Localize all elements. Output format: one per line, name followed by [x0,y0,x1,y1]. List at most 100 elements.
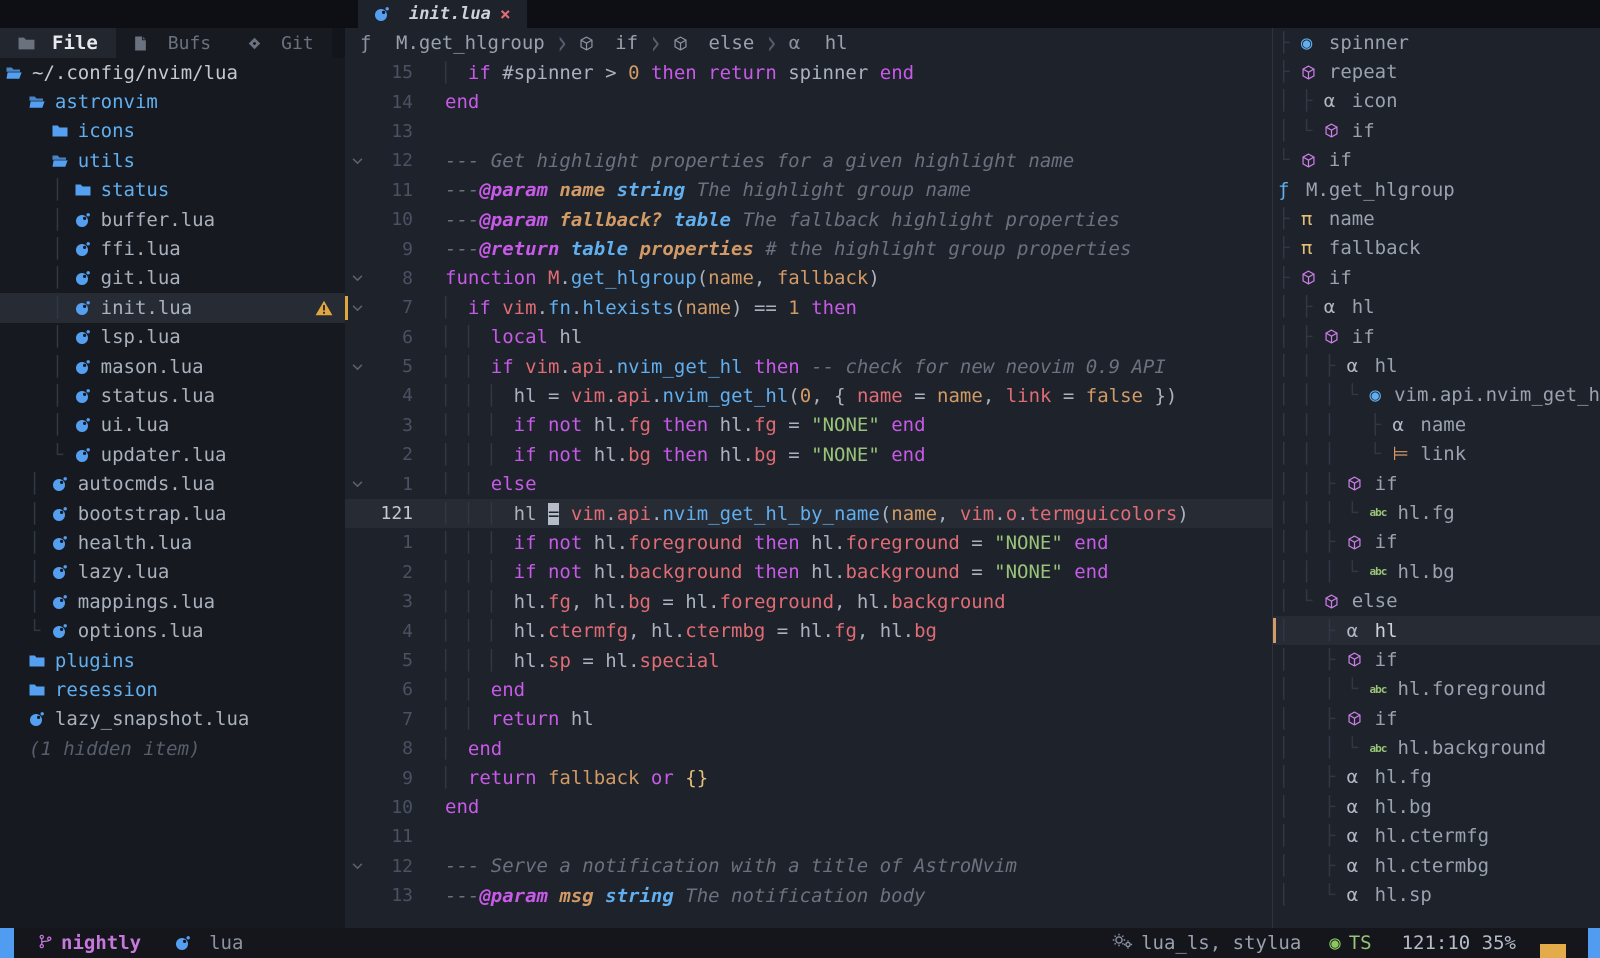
tree-item-updater-lua[interactable]: └ updater.lua [0,440,345,469]
code-line[interactable]: 121▏ ▏ ▏ hl = vim.api.nvim_get_hl_by_nam… [345,499,1272,528]
code-line[interactable]: 5▏ ▏ ▏ hl.sp = hl.special [345,646,1272,675]
tree-item-status-lua[interactable]: │ status.lua [0,381,345,410]
breadcrumb-item[interactable]: hl [825,32,848,54]
symbol-row-if[interactable]: │ ├ if [1273,645,1600,674]
source-tab-file[interactable]: File [0,28,116,58]
source-tab-git[interactable]: Git [229,28,332,58]
tree-item--config-nvim-lua[interactable]: ~/.config/nvim/lua [0,58,345,87]
code-line[interactable]: 4▏ ▏ ▏ hl = vim.api.nvim_get_hl(0, { nam… [345,381,1272,410]
fold-chevron-icon[interactable] [345,363,369,371]
symbol-row-hl-bg[interactable]: │ ├ αhl.bg [1273,792,1600,821]
tree-item-lazy-lua[interactable]: │ lazy.lua [0,558,345,587]
code-line[interactable]: 8▏ end [345,734,1272,763]
code-line[interactable]: 1▏ ▏ else [345,469,1272,498]
code-line[interactable]: 4▏ ▏ ▏ hl.ctermfg, hl.ctermbg = hl.fg, h… [345,616,1272,645]
tree-item-ui-lua[interactable]: │ ui.lua [0,411,345,440]
git-branch[interactable]: nightly [38,932,141,954]
code-line[interactable]: 11 [345,822,1272,851]
symbol-row-else[interactable]: │ └ else [1273,586,1600,615]
tree-item-status[interactable]: │ status [0,176,345,205]
code-line[interactable]: 13 [345,117,1272,146]
symbol-row-if[interactable]: │ ├ if [1273,704,1600,733]
symbol-row-M-get-hlgroup[interactable]: ƒM.get_hlgroup [1273,175,1600,204]
breadcrumb-item[interactable]: else [709,32,755,54]
tree-item-autocmds-lua[interactable]: │ autocmds.lua [0,469,345,498]
tree-item-mason-lua[interactable]: │ mason.lua [0,352,345,381]
code-line[interactable]: 7▏ if vim.fn.hlexists(name) == 1 then [345,293,1272,322]
tree-item-options-lua[interactable]: └ options.lua [0,616,345,645]
code-line[interactable]: 12--- Get highlight properties for a giv… [345,146,1272,175]
tree-item-mappings-lua[interactable]: │ mappings.lua [0,587,345,616]
tree-item-icons[interactable]: icons [0,117,345,146]
code-line[interactable]: 11---@param name string The highlight gr… [345,176,1272,205]
tab-init-lua[interactable]: init.lua × [358,0,527,28]
tree-item-ffi-lua[interactable]: │ ffi.lua [0,234,345,263]
symbol-row-link[interactable]: │ │ │ └ ⊨link [1273,439,1600,468]
fold-chevron-icon[interactable] [345,157,369,165]
code-line[interactable]: 7▏ ▏ return hl [345,705,1272,734]
code-line[interactable]: 2▏ ▏ ▏ if not hl.background then hl.back… [345,558,1272,587]
close-icon[interactable]: × [500,4,511,25]
symbol-row-hl[interactable]: │ ├ αhl [1273,616,1600,645]
tree-item-bootstrap-lua[interactable]: │ bootstrap.lua [0,499,345,528]
code-line[interactable]: 1▏ ▏ ▏ if not hl.foreground then hl.fore… [345,528,1272,557]
fold-chevron-icon[interactable] [345,274,369,282]
symbol-row-if[interactable]: │ ├ if [1273,322,1600,351]
symbol-row-spinner[interactable]: ├ ◉spinner [1273,28,1600,57]
tree-item-plugins[interactable]: plugins [0,646,345,675]
symbol-row-repeat[interactable]: ├ repeat [1273,57,1600,86]
source-tab-bufs[interactable]: Bufs [116,28,229,58]
fold-chevron-icon[interactable] [345,480,369,488]
code-line[interactable]: 10---@param fallback? table The fallback… [345,205,1272,234]
fold-chevron-icon[interactable] [345,304,369,312]
editor[interactable]: ƒM.get_hlgroup›if›else›αhl 15▏ if #spinn… [345,28,1272,928]
symbol-row-hl-ctermfg[interactable]: │ ├ αhl.ctermfg [1273,822,1600,851]
symbol-row-hl-fg[interactable]: │ ├ αhl.fg [1273,763,1600,792]
symbol-row-name[interactable]: ├ πname [1273,204,1600,233]
code-line[interactable]: 6▏ ▏ end [345,675,1272,704]
tree-item-utils[interactable]: utils [0,146,345,175]
code-line[interactable]: 12--- Serve a notification with a title … [345,852,1272,881]
tree-item-astronvim[interactable]: astronvim [0,87,345,116]
symbol-row-hl-foreground[interactable]: │ │ └ abchl.foreground [1273,675,1600,704]
tree-item-init-lua[interactable]: │ init.lua [0,293,345,322]
tree-item-lazy-snapshot-lua[interactable]: lazy_snapshot.lua [0,705,345,734]
code-line[interactable]: 5▏ ▏ if vim.api.nvim_get_hl then -- chec… [345,352,1272,381]
symbol-row-if[interactable]: ├ if [1273,263,1600,292]
symbol-row-hl-fg[interactable]: │ │ │ └ abchl.fg [1273,498,1600,527]
tree-item-lsp-lua[interactable]: │ lsp.lua [0,323,345,352]
code-area[interactable]: 15▏ if #spinner > 0 then return spinner … [345,58,1272,910]
tree-item-resession[interactable]: resession [0,675,345,704]
lsp-clients[interactable]: lua_ls, stylua [1112,932,1301,954]
symbol-row-hl-bg[interactable]: │ │ │ └ abchl.bg [1273,557,1600,586]
code-line[interactable]: 3▏ ▏ ▏ hl.fg, hl.bg = hl.foreground, hl.… [345,587,1272,616]
symbol-row-vim-api-nvim-get-h[interactable]: │ │ │ └ ◉vim.api.nvim_get_h [1273,381,1600,410]
symbol-row-hl-sp[interactable]: │ └ αhl.sp [1273,880,1600,909]
breadcrumb-item[interactable]: M.get_hlgroup [396,32,545,54]
symbol-row-if[interactable]: └ if [1273,146,1600,175]
code-line[interactable]: 14end [345,87,1272,116]
code-line[interactable]: 10end [345,793,1272,822]
symbol-row-if[interactable]: │ └ if [1273,116,1600,145]
symbol-row-icon[interactable]: │ ├ αicon [1273,87,1600,116]
tree-item-buffer-lua[interactable]: │ buffer.lua [0,205,345,234]
code-line[interactable]: 3▏ ▏ ▏ if not hl.fg then hl.fg = "NONE" … [345,411,1272,440]
code-line[interactable]: 9▏ return fallback or {} [345,763,1272,792]
code-line[interactable]: 6▏ ▏ local hl [345,323,1272,352]
symbol-row-fallback[interactable]: ├ πfallback [1273,234,1600,263]
symbol-row-hl[interactable]: │ ├ αhl [1273,293,1600,322]
symbol-row-name[interactable]: │ │ │ ├ αname [1273,410,1600,439]
fold-chevron-icon[interactable] [345,862,369,870]
symbol-row-hl-background[interactable]: │ │ └ abchl.background [1273,733,1600,762]
code-line[interactable]: 13---@param msg string The notification … [345,881,1272,910]
symbol-row-if[interactable]: │ │ ├ if [1273,528,1600,557]
code-line[interactable]: 15▏ if #spinner > 0 then return spinner … [345,58,1272,87]
code-line[interactable]: 8function M.get_hlgroup(name, fallback) [345,264,1272,293]
symbol-row-hl-ctermbg[interactable]: │ ├ αhl.ctermbg [1273,851,1600,880]
tree-item-health-lua[interactable]: │ health.lua [0,528,345,557]
tree-item-git-lua[interactable]: │ git.lua [0,264,345,293]
code-line[interactable]: 2▏ ▏ ▏ if not hl.bg then hl.bg = "NONE" … [345,440,1272,469]
symbol-row-if[interactable]: │ │ ├ if [1273,469,1600,498]
code-line[interactable]: 9---@return table properties # the highl… [345,234,1272,263]
tree-hidden-note[interactable]: (1 hidden item) [0,734,345,763]
